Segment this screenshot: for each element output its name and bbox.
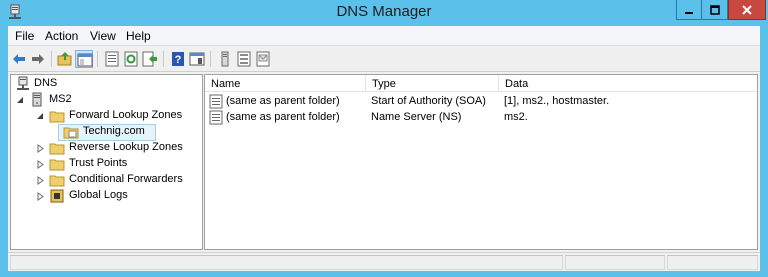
expanded-arrow-icon[interactable] <box>16 96 25 105</box>
tree-label: Trust Points <box>69 157 128 169</box>
maximize-icon <box>709 4 720 15</box>
help-icon: ? <box>172 52 184 66</box>
table-row[interactable]: (same as parent folder) Name Server (NS)… <box>205 110 757 126</box>
new-host-icon <box>221 51 229 67</box>
export-list-icon <box>142 51 157 67</box>
tree-node-trust-points[interactable]: Trust Points <box>13 156 202 172</box>
tree-node-server[interactable]: MS2 <box>13 92 193 108</box>
refresh-button[interactable] <box>122 50 140 68</box>
tree-label: MS2 <box>49 93 72 105</box>
column-header-type[interactable]: Type <box>366 75 499 92</box>
folder-icon <box>49 111 65 123</box>
new-mail-exchanger-icon <box>256 51 270 67</box>
new-alias-icon <box>237 51 251 67</box>
refresh-icon <box>124 51 138 67</box>
column-header-label: Data <box>505 78 529 90</box>
menu-help[interactable]: Help <box>126 29 151 43</box>
client-area: File Action View Help ? DNS MS2 Forward … <box>8 26 760 271</box>
help-button[interactable]: ? <box>169 50 187 68</box>
window-title: DNS Manager <box>336 3 432 20</box>
show-hide-action-pane-icon <box>189 52 205 66</box>
title-bar[interactable]: DNS Manager <box>0 0 768 26</box>
toolbar: ? <box>8 46 760 72</box>
status-pane <box>565 255 665 270</box>
menu-file[interactable]: File <box>15 29 34 43</box>
svg-text:?: ? <box>175 54 182 66</box>
properties-button[interactable] <box>103 50 121 68</box>
show-hide-action-pane-button[interactable] <box>188 50 206 68</box>
records-list[interactable]: Name Type Data (same as parent folder) S… <box>204 74 758 250</box>
close-icon <box>742 4 752 15</box>
server-icon <box>32 92 42 107</box>
tree-node-global-logs[interactable]: Global Logs <box>13 188 202 204</box>
maximize-button[interactable] <box>702 0 728 20</box>
cell-name: (same as parent folder) <box>226 95 340 107</box>
show-hide-console-tree-button[interactable] <box>75 50 93 68</box>
zone-icon <box>63 127 79 139</box>
dns-manager-window: DNS Manager File Action View Help ? DNS … <box>0 0 768 277</box>
column-header-name[interactable]: Name <box>205 75 366 92</box>
cell-type: Name Server (NS) <box>371 111 462 123</box>
tree-node-reverse-lookup-zones[interactable]: Reverse Lookup Zones <box>13 140 202 156</box>
column-header-data[interactable]: Data <box>499 75 757 92</box>
toolbar-separator <box>163 51 164 67</box>
back-arrow-icon <box>13 54 25 64</box>
toolbar-separator <box>51 51 52 67</box>
menu-action[interactable]: Action <box>45 29 78 43</box>
up-one-level-button[interactable] <box>56 50 74 68</box>
new-mail-exchanger-button[interactable] <box>254 50 272 68</box>
status-pane <box>10 255 563 270</box>
collapsed-arrow-icon[interactable] <box>36 176 45 185</box>
close-button[interactable] <box>728 0 766 20</box>
minimize-icon <box>685 11 693 14</box>
cell-name: (same as parent folder) <box>226 111 340 123</box>
tree-node-technig-com[interactable]: Technig.com <box>13 124 163 140</box>
expanded-arrow-icon[interactable] <box>36 112 45 121</box>
folder-icon <box>49 175 65 187</box>
collapsed-arrow-icon[interactable] <box>36 144 45 153</box>
event-log-icon <box>50 189 64 203</box>
table-row[interactable]: (same as parent folder) Start of Authori… <box>205 94 757 110</box>
collapsed-arrow-icon[interactable] <box>36 160 45 169</box>
record-icon <box>209 94 223 109</box>
toolbar-separator <box>210 51 211 67</box>
toolbar-separator <box>97 51 98 67</box>
tree-label: Reverse Lookup Zones <box>69 141 183 153</box>
status-bar <box>8 252 760 271</box>
menu-bar: File Action View Help <box>8 26 760 46</box>
minimize-button[interactable] <box>676 0 702 20</box>
cell-type: Start of Authority (SOA) <box>371 95 486 107</box>
record-icon <box>209 110 223 125</box>
tree-label: Conditional Forwarders <box>69 173 183 185</box>
dns-icon <box>17 76 29 90</box>
new-host-button[interactable] <box>216 50 234 68</box>
tree-label: Technig.com <box>83 125 145 137</box>
cell-data: ms2. <box>504 111 528 123</box>
tree-node-conditional-forwarders[interactable]: Conditional Forwarders <box>13 172 202 188</box>
tree-node-dns[interactable]: DNS <box>13 76 193 92</box>
show-hide-tree-icon <box>77 53 93 67</box>
console-tree[interactable]: DNS MS2 Forward Lookup Zones Technig.com… <box>10 74 203 250</box>
back-button[interactable] <box>10 50 28 68</box>
tree-node-forward-lookup-zones[interactable]: Forward Lookup Zones <box>13 108 202 124</box>
column-header-label: Name <box>211 78 241 90</box>
up-folder-icon <box>57 52 72 66</box>
tree-label: Forward Lookup Zones <box>69 109 183 121</box>
cell-data: [1], ms2., hostmaster. <box>504 95 610 107</box>
forward-arrow-icon <box>32 54 44 64</box>
status-pane <box>667 255 758 270</box>
menu-view[interactable]: View <box>90 29 116 43</box>
forward-button[interactable] <box>29 50 47 68</box>
tree-label: Global Logs <box>69 189 128 201</box>
properties-icon <box>105 51 119 67</box>
folder-icon <box>49 143 65 155</box>
new-alias-button[interactable] <box>235 50 253 68</box>
folder-icon <box>49 159 65 171</box>
collapsed-arrow-icon[interactable] <box>36 192 45 201</box>
export-list-button[interactable] <box>141 50 159 68</box>
column-header-label: Type <box>372 78 396 90</box>
tree-label: DNS <box>34 77 58 89</box>
